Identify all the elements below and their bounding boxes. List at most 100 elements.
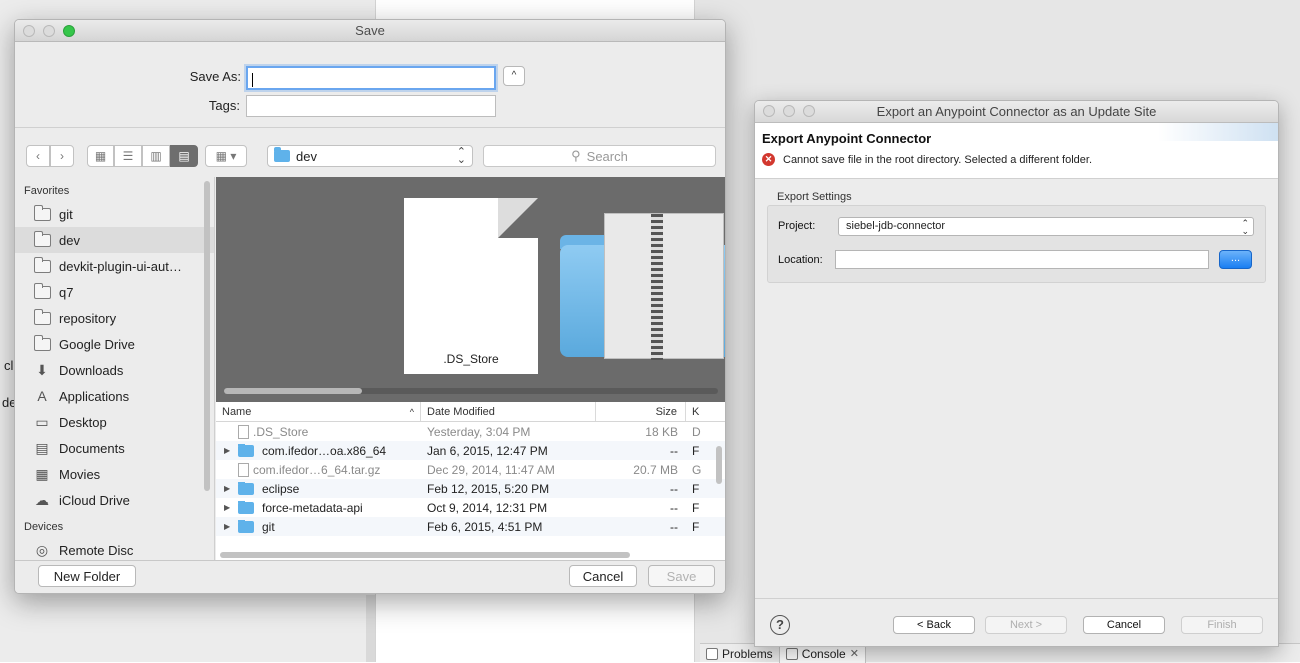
sidebar-item-label: git: [59, 206, 73, 222]
coverflow-view-icon[interactable]: ▤: [170, 145, 198, 167]
folder-icon: [33, 204, 51, 222]
sidebar-item[interactable]: ☁ iCloud Drive: [15, 487, 214, 513]
disclosure-triangle-icon[interactable]: ▶: [224, 446, 234, 455]
close-window-button[interactable]: [763, 105, 775, 117]
disclosure-triangle-icon[interactable]: ▶: [224, 522, 234, 531]
column-view-icon[interactable]: ▥: [142, 145, 170, 167]
file-name: git: [262, 519, 275, 534]
table-row[interactable]: .DS_Store Yesterday, 3:04 PM 18 KB D: [216, 422, 725, 441]
location-input[interactable]: [835, 250, 1209, 269]
location-label: dev: [296, 148, 317, 164]
back-button[interactable]: < Back: [893, 616, 975, 634]
document-preview[interactable]: .DS_Store: [404, 198, 538, 374]
sidebar-item[interactable]: ▭ Desktop: [15, 409, 214, 435]
file-icon: [238, 462, 249, 477]
back-icon[interactable]: ‹: [26, 145, 50, 167]
sidebar-item-label: dev: [59, 232, 80, 248]
settings-group-label: Export Settings: [777, 191, 852, 203]
file-size: 20.7 MB: [633, 462, 678, 477]
zoom-window-button[interactable]: [63, 25, 75, 37]
table-row[interactable]: ▶ com.ifedor…oa.x86_64 Jan 6, 2015, 12:47 …: [216, 441, 725, 460]
sidebar-item[interactable]: git: [15, 201, 214, 227]
icon-view-icon[interactable]: ▦: [87, 145, 114, 167]
sidebar-item[interactable]: ⬇ Downloads: [15, 357, 214, 383]
finish-button[interactable]: Finish: [1181, 616, 1263, 634]
table-row[interactable]: ▶ eclipse Feb 12, 2015, 5:20 PM -- F: [216, 479, 725, 498]
file-size: --: [670, 481, 678, 496]
folder-icon: [33, 334, 51, 352]
project-value: siebel-jdb-connector: [846, 220, 946, 232]
console-icon: [785, 647, 798, 660]
file-kind: D: [692, 424, 701, 439]
close-window-button[interactable]: [23, 25, 35, 37]
close-icon[interactable]: ✕: [850, 647, 859, 660]
save-dialog: Save Save As: ^ Tags: ‹ › ▦ ☰ ▥ ▤ ▦ ▾ de…: [14, 19, 726, 594]
sidebar-item-label: Google Drive: [59, 336, 135, 352]
file-date: Feb 12, 2015, 5:20 PM: [427, 481, 550, 496]
sidebar-scrollbar[interactable]: [204, 181, 210, 491]
project-select[interactable]: siebel-jdb-connector ⌃ ⌄: [838, 217, 1254, 236]
tab-label: Console: [801, 646, 846, 661]
file-size: --: [670, 500, 678, 515]
table-row[interactable]: com.ifedor…6_64.tar.gz Dec 29, 2014, 11:4…: [216, 460, 725, 479]
save-as-label: Save As:: [189, 69, 241, 84]
sidebar-item-label: Desktop: [59, 414, 107, 430]
file-date: Jan 6, 2015, 12:47 PM: [427, 443, 548, 458]
sidebar-item-label: Downloads: [59, 362, 124, 378]
sidebar-item[interactable]: dev: [15, 227, 214, 253]
updown-chevron-icon: ⌃ ⌄: [1241, 218, 1249, 236]
coverflow-area[interactable]: .DS_Store: [216, 177, 725, 402]
cancel-button[interactable]: Cancel: [1083, 616, 1165, 634]
new-folder-button[interactable]: New Folder: [38, 565, 136, 587]
sidebar-item-label: devkit-plugin-ui-aut…: [59, 258, 182, 274]
documents-icon: ▤: [35, 439, 49, 456]
forward-icon[interactable]: ›: [50, 145, 74, 167]
column-name[interactable]: Name ^: [216, 402, 421, 421]
sidebar-item[interactable]: ▦ Movies: [15, 461, 214, 487]
browser-toolbar: ‹ › ▦ ☰ ▥ ▤ ▦ ▾ dev ⌃ ⌄ ⚲ Search: [15, 127, 725, 177]
table-row[interactable]: ▶ git Feb 6, 2015, 4:51 PM -- F: [216, 517, 725, 536]
cloud-icon: ☁: [35, 491, 49, 508]
file-name: com.ifedor…oa.x86_64: [262, 443, 387, 458]
disclosure-triangle-icon[interactable]: ▶: [224, 484, 234, 493]
disclosure-triangle-icon[interactable]: ▶: [224, 503, 234, 512]
minimize-window-button[interactable]: [783, 105, 795, 117]
tags-input[interactable]: [246, 95, 496, 117]
cancel-button[interactable]: Cancel: [569, 565, 637, 587]
chevron-up-icon[interactable]: ^: [503, 66, 525, 86]
list-hscrollbar[interactable]: [220, 552, 630, 558]
table-row[interactable]: ▶ force-metadata-api Oct 9, 2014, 12:31 PM…: [216, 498, 725, 517]
zoom-window-button[interactable]: [803, 105, 815, 117]
next-button[interactable]: Next >: [985, 616, 1067, 634]
search-field[interactable]: ⚲ Search: [483, 145, 716, 167]
sidebar-item[interactable]: Google Drive: [15, 331, 214, 357]
help-icon[interactable]: ?: [770, 615, 790, 635]
sidebar-item[interactable]: ▤ Documents: [15, 435, 214, 461]
favorites-header: Favorites: [24, 185, 70, 197]
column-size[interactable]: Size: [596, 402, 686, 421]
problems-icon: [706, 647, 718, 660]
location-popup[interactable]: dev ⌃ ⌄: [267, 145, 473, 167]
sidebar-item[interactable]: devkit-plugin-ui-aut…: [15, 253, 214, 279]
sidebar-item[interactable]: repository: [15, 305, 214, 331]
coverflow-scrollbar[interactable]: [224, 388, 718, 394]
file-date: Oct 9, 2014, 12:31 PM: [427, 500, 548, 515]
sidebar-item-remote-disc[interactable]: ◎ Remote Disc: [15, 537, 214, 560]
save-as-input[interactable]: [246, 66, 496, 90]
sidebar-item[interactable]: q7: [15, 279, 214, 305]
arrange-menu-icon[interactable]: ▦ ▾: [205, 145, 247, 167]
search-icon: ⚲: [571, 148, 581, 163]
column-kind[interactable]: K: [686, 402, 725, 421]
save-button[interactable]: Save: [648, 565, 715, 587]
sidebar-item-label: Documents: [59, 440, 125, 456]
column-date[interactable]: Date Modified: [421, 402, 596, 421]
sidebar-item[interactable]: A Applications: [15, 383, 214, 409]
error-text: Cannot save file in the root directory. …: [783, 153, 1092, 166]
browse-button[interactable]: ...: [1219, 250, 1252, 269]
archive-preview[interactable]: [604, 213, 724, 360]
list-view-icon[interactable]: ☰: [114, 145, 142, 167]
sidebar-item-label: repository: [59, 310, 117, 326]
file-name: force-metadata-api: [262, 500, 363, 515]
list-vscrollbar[interactable]: [716, 446, 722, 484]
minimize-window-button[interactable]: [43, 25, 55, 37]
